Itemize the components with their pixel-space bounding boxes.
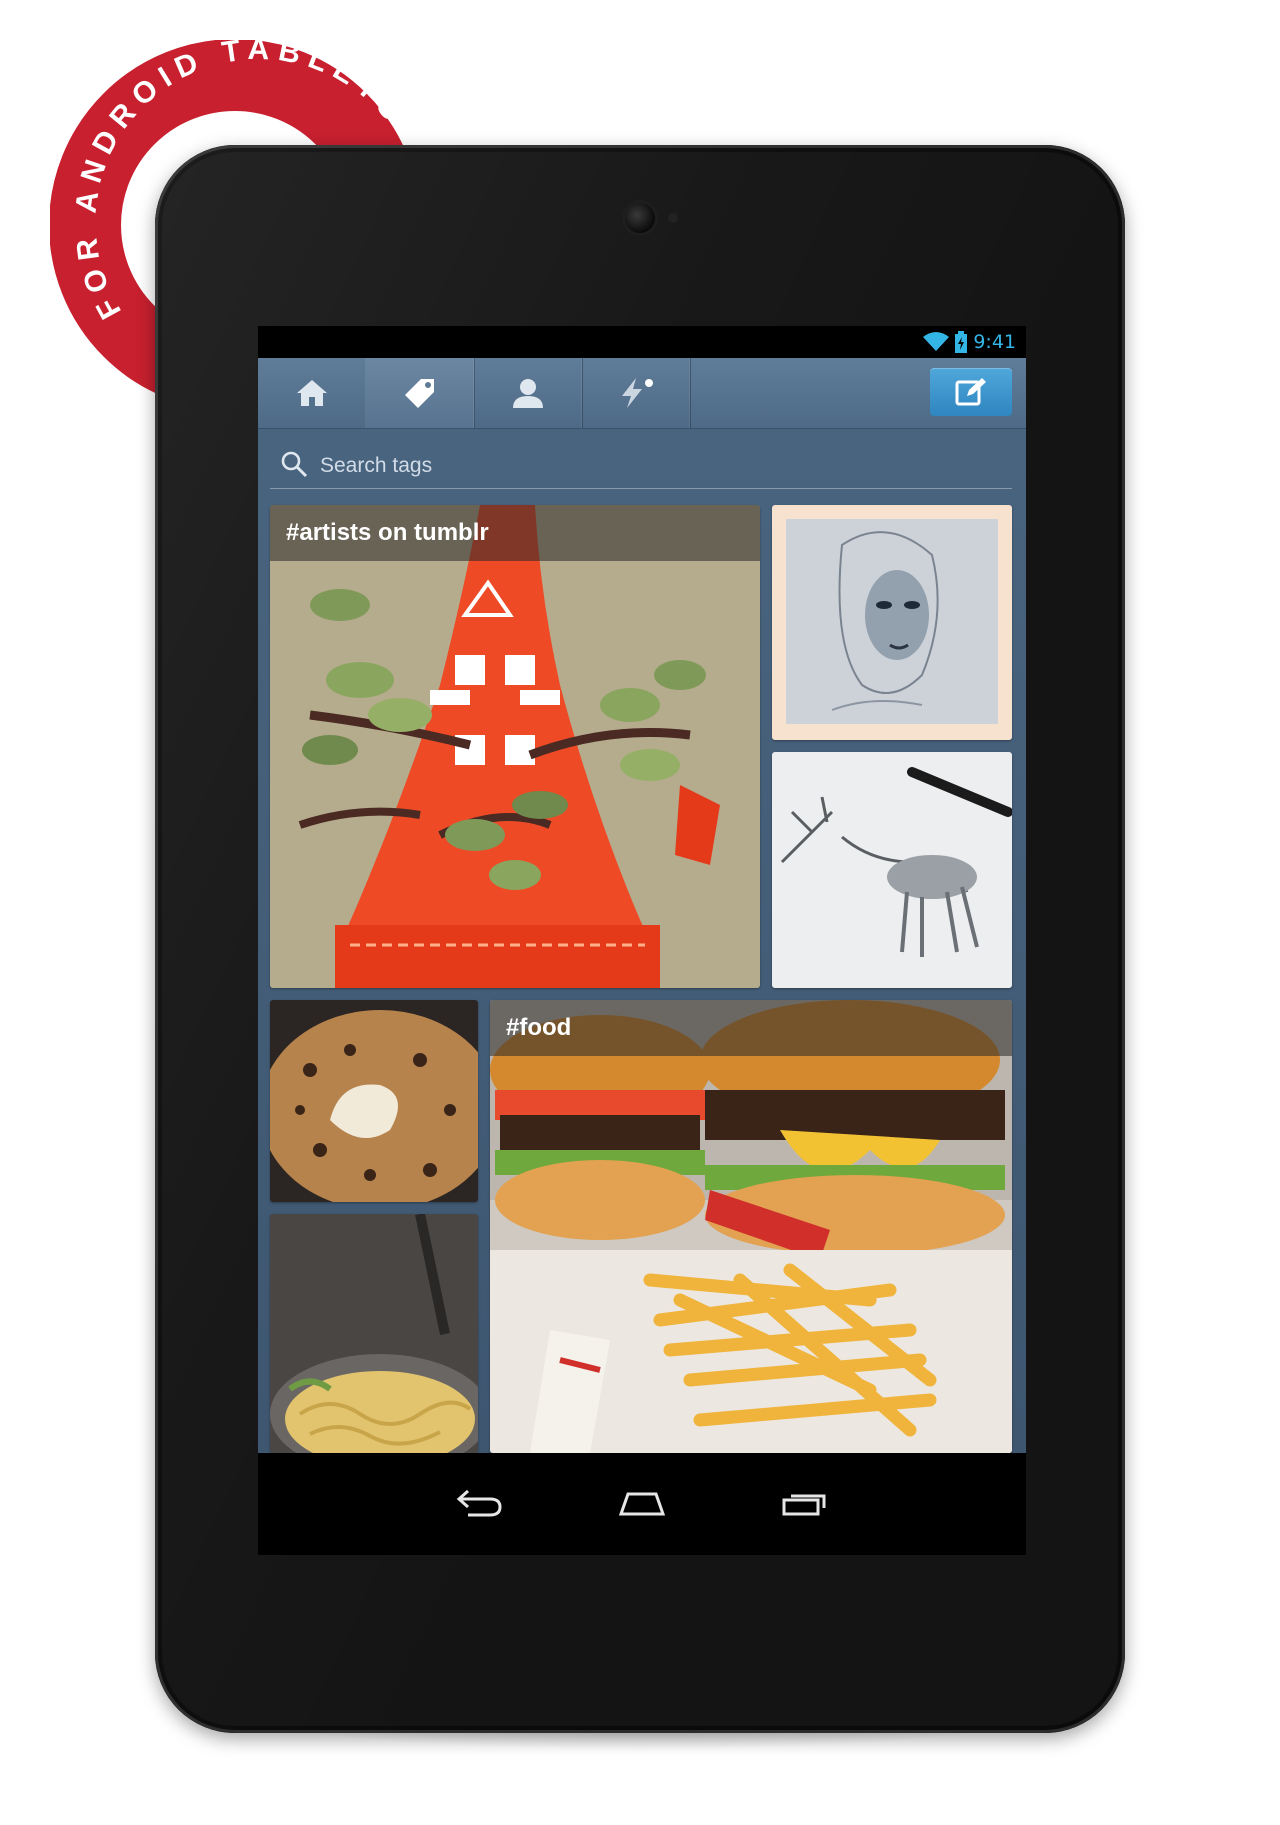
wifi-icon: [923, 332, 950, 351]
tag-tile-artists[interactable]: #artists on tumblr: [270, 505, 760, 988]
search-bar: [270, 442, 1012, 489]
tag-tile-deer[interactable]: [772, 752, 1012, 988]
tab-explore-tags[interactable]: [366, 358, 475, 428]
home-icon: [297, 380, 327, 406]
tab-activity[interactable]: [582, 358, 691, 428]
tab-account[interactable]: [474, 358, 583, 428]
tag-tile-cookie[interactable]: [270, 1000, 478, 1202]
tag-tile-portrait[interactable]: [772, 505, 1012, 740]
action-bar: [258, 358, 1026, 429]
user-icon: [513, 379, 543, 408]
tablet-screen: 9:41 Search tags #artists on tumblr #foo…: [258, 326, 1026, 1555]
cookie-skillet-image: [270, 1000, 478, 1202]
home-icon: [618, 1492, 666, 1516]
noodles-pan-image: [270, 1214, 478, 1453]
tag-tile-food[interactable]: #food: [490, 1000, 1012, 1453]
search-tags-input[interactable]: [318, 448, 982, 484]
tag-label-food: #food: [490, 1000, 1012, 1056]
back-icon: [456, 1489, 502, 1517]
tab-dashboard[interactable]: [258, 358, 367, 428]
tumblr-app: #artists on tumblr: [258, 358, 1026, 1453]
system-nav-bar: [258, 1453, 1026, 1555]
battery-icon: [955, 331, 968, 353]
burgers-fries-image: [490, 1000, 1012, 1453]
front-camera: [625, 203, 655, 233]
recent-apps-icon: [782, 1494, 826, 1516]
tag-icon: [405, 379, 434, 408]
deer-sketch-image: [772, 752, 1012, 988]
status-time: 9:41: [973, 331, 1016, 353]
compose-button[interactable]: [930, 368, 1012, 416]
tag-label-artists: #artists on tumblr: [270, 505, 760, 561]
nav-home-button[interactable]: [607, 1473, 677, 1533]
light-sensor: [668, 213, 678, 223]
compose-icon: [955, 378, 986, 406]
search-icon: [281, 451, 308, 478]
tag-tile-noodles[interactable]: [270, 1214, 478, 1453]
artists-feature-image: [270, 505, 760, 988]
activity-icon: [622, 378, 653, 408]
status-bar: 9:41: [258, 326, 1026, 358]
portrait-sketch-image: [772, 505, 1012, 740]
nav-back-button[interactable]: [444, 1473, 514, 1533]
nav-recent-apps-button[interactable]: [770, 1473, 840, 1533]
